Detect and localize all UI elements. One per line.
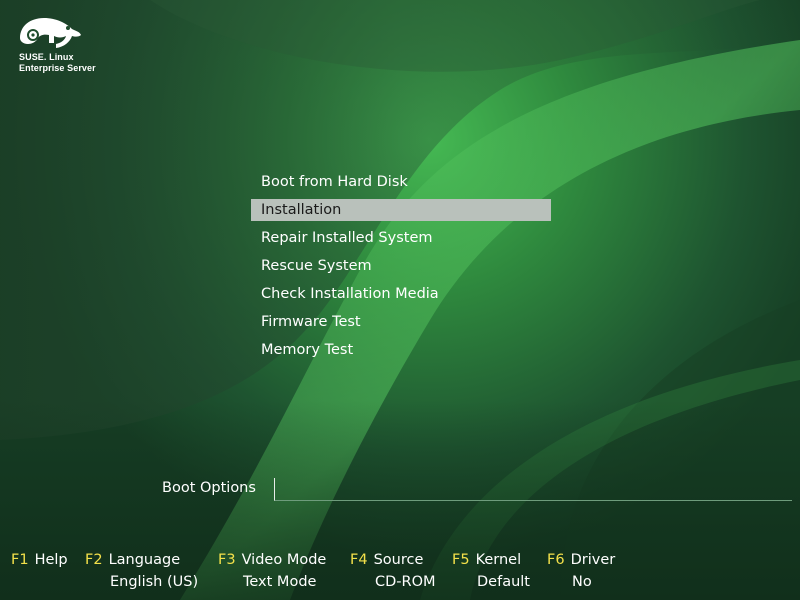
boot-item-firmware-test[interactable]: Firmware Test xyxy=(251,308,551,336)
boot-options-input[interactable] xyxy=(274,478,792,501)
boot-item-repair-installed-system[interactable]: Repair Installed System xyxy=(251,224,551,252)
suse-logo: SUSE. Linux Enterprise Server xyxy=(16,14,126,78)
fkey-f5-key: F5 xyxy=(452,552,470,568)
boot-item-memory-test[interactable]: Memory Test xyxy=(251,336,551,364)
boot-item-installation[interactable]: Installation xyxy=(251,199,551,221)
fkey-f4-key: F4 xyxy=(350,552,368,568)
fkey-f5-value: Default xyxy=(477,574,530,590)
fkey-f4-value: CD-ROM xyxy=(375,574,436,590)
logo-text-line1: SUSE. Linux xyxy=(19,52,74,62)
chameleon-icon xyxy=(20,18,81,48)
fkey-f3-value: Text Mode xyxy=(243,574,317,590)
fkey-f5-label: Kernel xyxy=(475,552,522,568)
fkey-f4-source[interactable]: F4 Source xyxy=(350,552,423,568)
fkey-f3-key: F3 xyxy=(218,552,236,568)
fkey-f2-key: F2 xyxy=(85,552,103,568)
fkey-f1-help[interactable]: F1 Help xyxy=(11,552,68,568)
fkey-f3-video-mode[interactable]: F3 Video Mode xyxy=(218,552,326,568)
fkey-f6-label: Driver xyxy=(570,552,616,568)
fkey-f2-value: English (US) xyxy=(110,574,199,590)
fkey-f1-key: F1 xyxy=(11,552,29,568)
boot-options-label: Boot Options xyxy=(162,480,256,496)
fkey-f2-label: Language xyxy=(108,552,181,568)
fkey-f6-value: No xyxy=(572,574,592,590)
fkey-f1-label: Help xyxy=(34,552,68,568)
boot-item-check-installation-media[interactable]: Check Installation Media xyxy=(251,280,551,308)
fkey-f4-label: Source xyxy=(373,552,424,568)
fkey-f5-kernel[interactable]: F5 Kernel xyxy=(452,552,521,568)
fkey-f2-language[interactable]: F2 Language xyxy=(85,552,180,568)
fkey-f3-label: Video Mode xyxy=(241,552,327,568)
fkey-f6-driver[interactable]: F6 Driver xyxy=(547,552,615,568)
boot-item-rescue-system[interactable]: Rescue System xyxy=(251,252,551,280)
logo-text-line2: Enterprise Server xyxy=(19,63,96,73)
boot-item-hard-disk[interactable]: Boot from Hard Disk xyxy=(251,168,551,196)
boot-menu: Boot from Hard Disk Installation Repair … xyxy=(251,168,551,364)
fkey-f6-key: F6 xyxy=(547,552,565,568)
